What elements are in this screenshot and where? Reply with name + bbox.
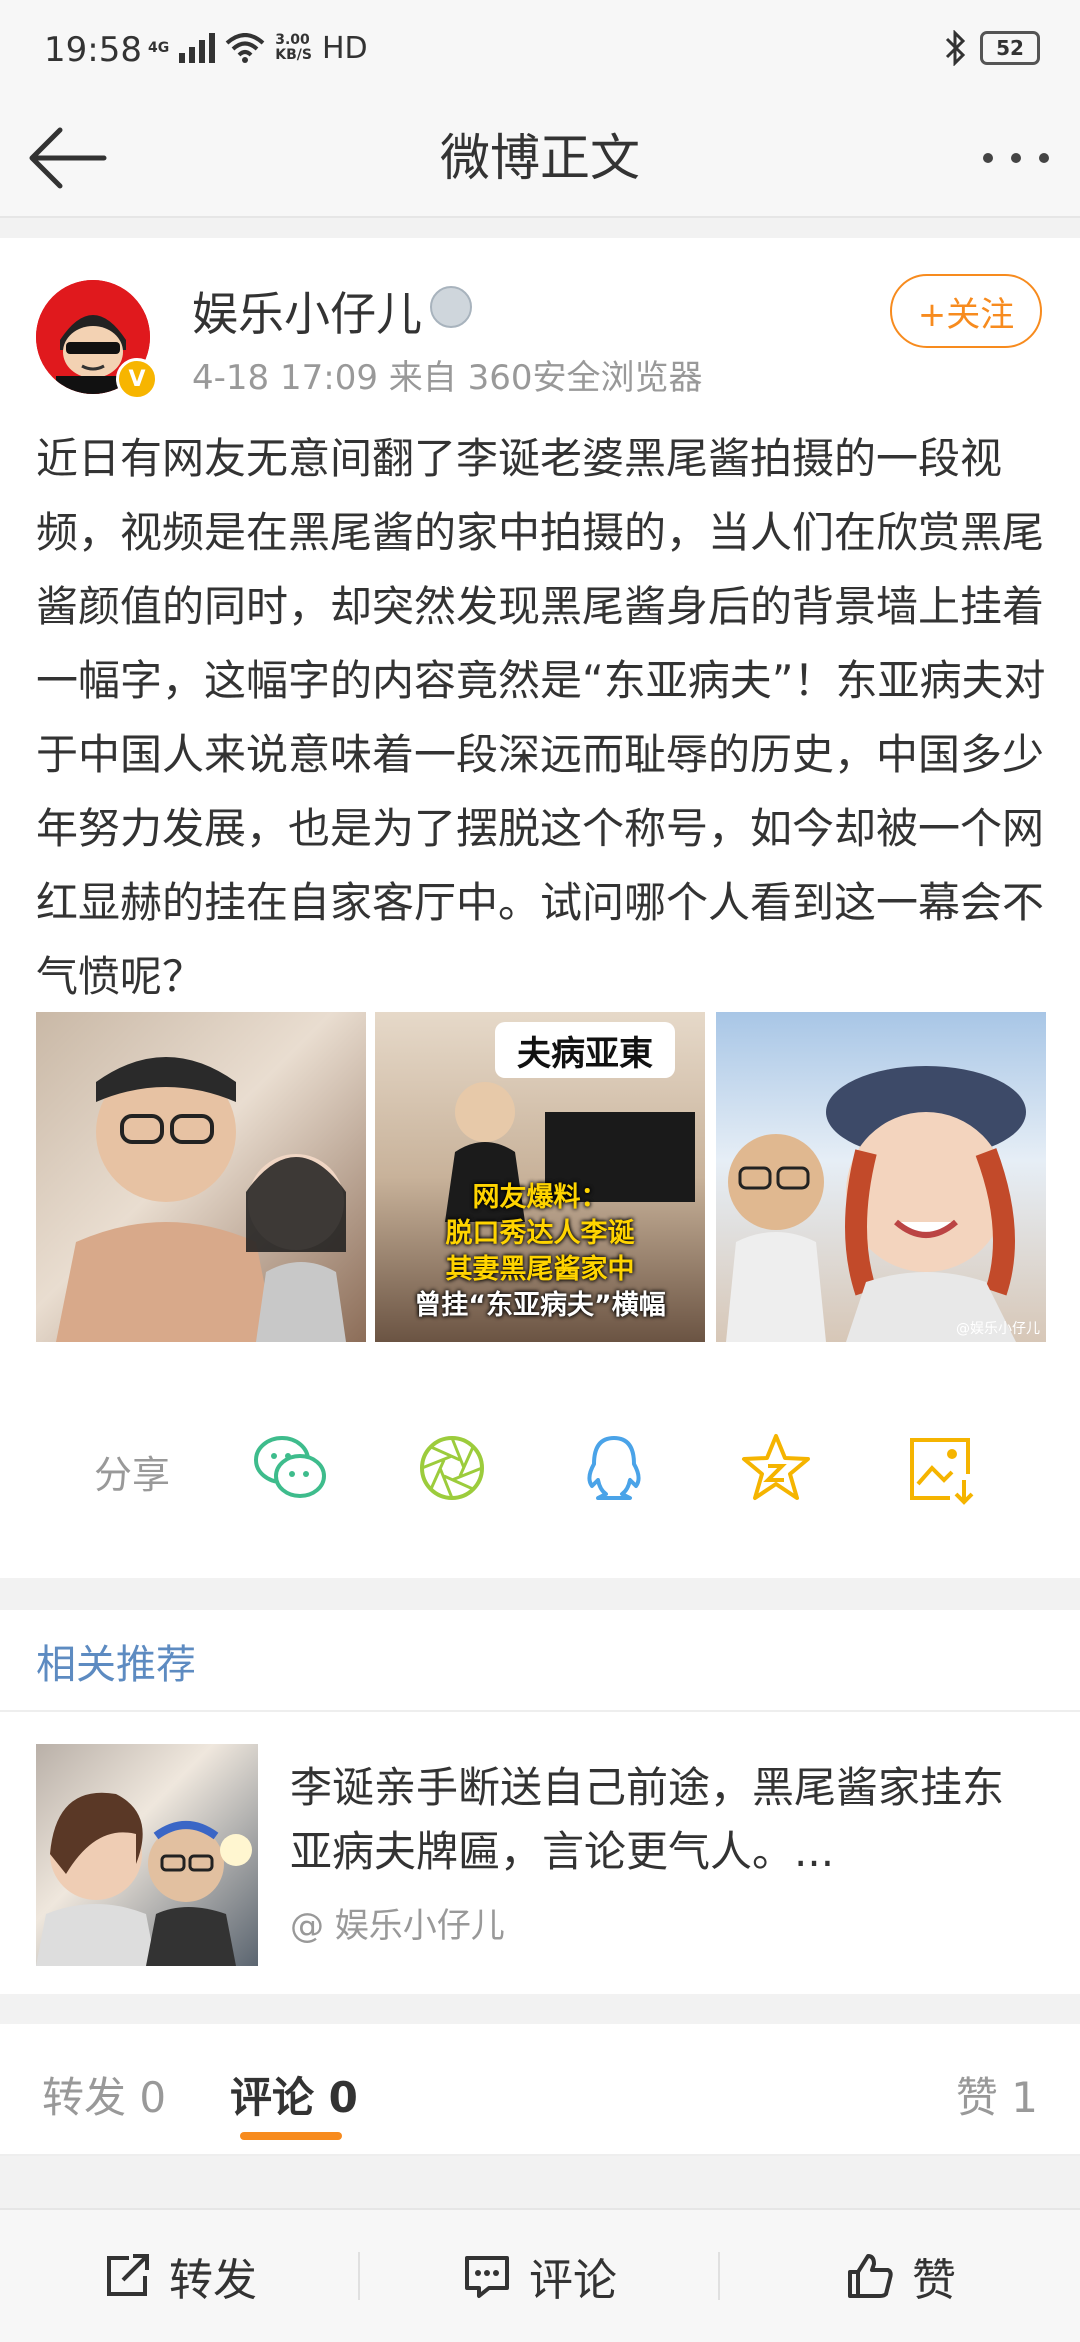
post-image-2[interactable]: 夫病亚東 网友爆料： 脱口秀达人李诞 其妻黑尾酱家中 曾挂“东亚病夫”横幅: [375, 1012, 705, 1342]
related-photo-icon: [36, 1792, 252, 1966]
interaction-tabs: 转发 0 评论 0 赞 1: [0, 2024, 1080, 2156]
share-moments-button[interactable]: [412, 1428, 492, 1508]
bottom-action-bar: 转发 评论 赞: [0, 2208, 1080, 2342]
post-image-3[interactable]: @娱乐小仔儿: [716, 1012, 1046, 1342]
share-qq-button[interactable]: [574, 1428, 654, 1508]
back-arrow-icon: [29, 127, 107, 189]
verified-badge-icon: V: [116, 358, 158, 400]
hd-indicator: HD: [321, 30, 368, 66]
star-icon: [742, 1434, 810, 1500]
share-wechat-button[interactable]: [250, 1428, 330, 1508]
related-thumbnail[interactable]: [36, 1744, 258, 1966]
related-title[interactable]: 李诞亲手断送自己前途，黑尾酱家挂东亚病夫牌匾，言论更气人。...: [290, 1756, 1030, 1884]
more-dots-icon: [983, 153, 1049, 163]
post-image-1[interactable]: [36, 1012, 366, 1342]
comment-label: 评论: [529, 2255, 617, 2306]
repost-icon: [107, 2254, 149, 2296]
moments-shutter-icon: [420, 1436, 484, 1500]
repost-button[interactable]: 转发: [0, 2210, 358, 2342]
post-text: 近日有网友无意间翻了李诞老婆黑尾酱拍摄的一段视频，视频是在黑尾酱的家中拍摄的，当…: [36, 434, 1046, 1001]
status-bar: 19:58 4G 3.00 KB/S HD 52: [0, 0, 1080, 100]
network-speed: 3.00 KB/S: [275, 32, 312, 63]
tab-comment[interactable]: 评论 0: [230, 2064, 358, 2125]
related-section: 相关推荐 李诞亲手断送自己前途，黑尾酱家挂东亚病夫牌匾，言论更气人。... @ …: [0, 1610, 1080, 1994]
image-banner: 夫病亚東: [495, 1022, 675, 1078]
save-image-button[interactable]: [900, 1428, 980, 1508]
photo-selfie-icon: [726, 1066, 1026, 1342]
page-title: 微博正文: [440, 129, 640, 187]
share-label: 分享: [94, 1453, 171, 1497]
wifi-icon: [225, 33, 265, 63]
status-right: 52: [944, 30, 1040, 66]
nav-bar: 微博正文: [0, 100, 1080, 218]
comment-icon: [465, 2256, 509, 2298]
related-divider: [0, 1710, 1080, 1712]
tab-like[interactable]: 赞 1: [956, 2064, 1038, 2125]
username[interactable]: 娱乐小仔儿: [192, 278, 422, 344]
status-icons: 4G 3.00 KB/S HD: [148, 28, 368, 68]
repost-label: 转发: [169, 2255, 257, 2306]
more-button[interactable]: [978, 136, 1054, 180]
like-label: 赞: [912, 2255, 956, 2306]
back-button[interactable]: [24, 120, 114, 196]
wechat-icon: [254, 1436, 326, 1498]
comment-button[interactable]: 评论: [360, 2210, 718, 2342]
like-button[interactable]: 赞: [720, 2210, 1080, 2342]
image-caption: 网友爆料： 脱口秀达人李诞 其妻黑尾酱家中 曾挂“东亚病夫”横幅: [414, 1182, 666, 1321]
bluetooth-icon: [945, 30, 966, 66]
status-time: 19:58: [44, 30, 142, 70]
image-watermark: @娱乐小仔儿: [956, 1321, 1040, 1337]
network-type: 4G: [148, 39, 170, 56]
signal-icon: [179, 33, 216, 63]
share-favorite-button[interactable]: [736, 1428, 816, 1508]
post-meta: 4-18 17:09 来自 360安全浏览器: [192, 358, 703, 398]
tab-active-indicator: [240, 2132, 342, 2140]
related-author: @ 娱乐小仔儿: [290, 1906, 505, 1946]
share-row: 分享: [0, 1418, 1080, 1518]
tab-repost[interactable]: 转发 0: [42, 2064, 166, 2125]
photo-people-icon: [56, 1057, 346, 1342]
battery-indicator: 52: [980, 31, 1040, 65]
save-image-icon: [910, 1438, 974, 1505]
related-heading: 相关推荐: [36, 1642, 196, 1688]
medal-icon: [430, 286, 472, 328]
follow-button[interactable]: +关注: [890, 274, 1042, 348]
qq-icon: [587, 1436, 641, 1500]
thumbs-up-icon: [848, 2254, 893, 2298]
post-card: V 娱乐小仔儿 4-18 17:09 来自 360安全浏览器 +关注 近日有网友…: [0, 238, 1080, 1578]
